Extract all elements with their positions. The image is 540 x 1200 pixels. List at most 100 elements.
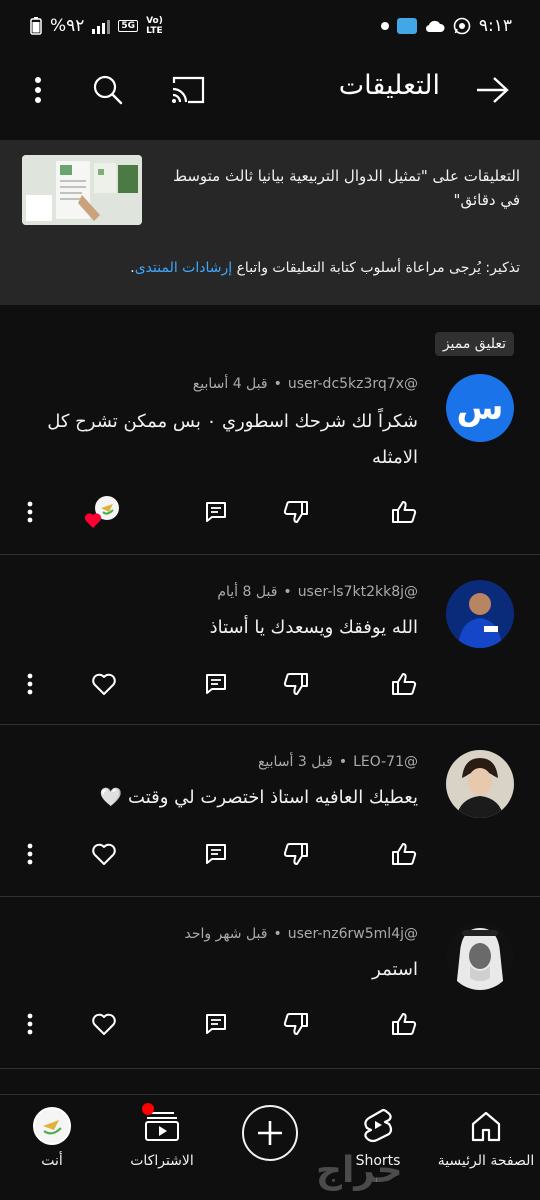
- status-bar: %٩٢ 5G Vo) LTE ٩:١٣: [0, 0, 540, 58]
- comment-meta: @user-dc5kz3rq7x • قبل 4 أسابيع: [193, 376, 418, 392]
- comment-author[interactable]: @LEO-71: [353, 754, 418, 770]
- back-arrow-icon: [477, 77, 509, 103]
- heart-icon: [92, 673, 116, 695]
- meta-separator: •: [283, 584, 292, 600]
- heart-button[interactable]: [84, 1004, 124, 1044]
- reply-button[interactable]: [196, 664, 236, 704]
- network-5g: 5G: [118, 20, 139, 32]
- community-reminder: تذكير: يُرجى مراعاة أسلوب كتابة التعليقا…: [20, 260, 520, 276]
- comment-text: يعطيك العافيه استاذ اختصرت لي وقتت 🤍: [99, 787, 418, 808]
- dislike-button[interactable]: [276, 1004, 316, 1044]
- dislike-button[interactable]: [276, 492, 316, 532]
- comment-options-button[interactable]: [10, 1004, 50, 1044]
- comment-time: قبل شهر واحد: [184, 926, 268, 942]
- comment-text: الله يوفقك ويسعدك يا أستاذ: [209, 617, 418, 638]
- volte-label: Vo) LTE: [146, 16, 163, 36]
- reminder-text: تذكير: يُرجى مراعاة أسلوب كتابة التعليقا…: [232, 260, 520, 276]
- cast-icon: [172, 76, 205, 104]
- nav-subscriptions[interactable]: الاشتراكات: [112, 1103, 212, 1169]
- comment-text: استمر: [372, 959, 418, 980]
- site-watermark: حراج: [316, 1150, 403, 1191]
- reply-icon: [206, 502, 226, 522]
- heart-icon: [92, 1013, 116, 1035]
- comment-meta: @LEO-71 • قبل 3 أسابيع: [258, 754, 418, 770]
- search-button[interactable]: [86, 68, 130, 112]
- avatar[interactable]: [446, 580, 514, 648]
- back-button[interactable]: [470, 68, 514, 112]
- new-content-dot: [142, 1103, 154, 1115]
- reply-button[interactable]: [196, 1004, 236, 1044]
- comment-options-button[interactable]: [10, 492, 50, 532]
- page-title: التعليقات: [338, 70, 440, 101]
- comment-options-button[interactable]: [10, 664, 50, 704]
- dislike-button[interactable]: [276, 664, 316, 704]
- like-button[interactable]: [384, 834, 424, 874]
- cloud-icon: [425, 20, 445, 33]
- comment-time: قبل 4 أسابيع: [192, 376, 268, 392]
- meta-separator: •: [273, 926, 282, 942]
- more-vert-icon: [27, 1013, 33, 1035]
- avatar[interactable]: [446, 922, 514, 990]
- comment-actions: [0, 1004, 540, 1044]
- like-button[interactable]: [384, 664, 424, 704]
- heart-button[interactable]: [84, 834, 124, 874]
- more-vert-icon: [35, 77, 41, 103]
- video-info-panel: التعليقات على "تمثيل الدوال التربيعية بي…: [0, 140, 540, 305]
- dislike-icon: [283, 1013, 308, 1035]
- comment-text: شكراً لك شرحك اسطوري ٠ بس ممكن تشرح كل ا…: [47, 411, 418, 468]
- nav-you-label: أنت: [41, 1153, 63, 1169]
- nav-you[interactable]: أنت: [2, 1103, 102, 1169]
- avatar[interactable]: س: [446, 374, 514, 442]
- reply-button[interactable]: [196, 834, 236, 874]
- comment-item: س @user-dc5kz3rq7x • قبل 4 أسابيع شكراً …: [0, 368, 540, 554]
- dislike-icon: [283, 501, 308, 523]
- battery-level: %٩٢: [50, 16, 85, 36]
- like-icon: [392, 673, 417, 695]
- signal-icon: [92, 18, 111, 34]
- reply-icon: [206, 844, 226, 864]
- profile-avatar-icon: [33, 1107, 71, 1145]
- create-button[interactable]: [242, 1105, 298, 1161]
- avatar-image: [446, 922, 514, 990]
- shorts-icon: [364, 1108, 393, 1143]
- reply-icon: [206, 674, 226, 694]
- video-thumbnail[interactable]: [22, 155, 142, 225]
- comment-time: قبل 3 أسابيع: [257, 754, 333, 770]
- comment-options-button[interactable]: [10, 834, 50, 874]
- heart-button[interactable]: [84, 664, 124, 704]
- avatar-letter: س: [456, 388, 504, 428]
- dislike-icon: [283, 843, 308, 865]
- comment-author[interactable]: @user-dc5kz3rq7x: [288, 376, 418, 392]
- bottom-navigation: أنت الاشتراكات Shorts الصفحة الرئيسية: [0, 1094, 540, 1200]
- more-options-button[interactable]: [16, 68, 60, 112]
- comment-time: قبل 8 أيام: [217, 584, 278, 600]
- featured-comment-badge: تعليق مميز: [434, 332, 514, 356]
- more-vert-icon: [27, 501, 33, 523]
- reply-icon: [206, 1014, 226, 1034]
- dislike-icon: [283, 673, 308, 695]
- comment-actions: [0, 834, 540, 874]
- more-vert-icon: [27, 673, 33, 695]
- like-button[interactable]: [384, 1004, 424, 1044]
- thumbnail-image: [22, 155, 142, 225]
- cast-button[interactable]: [166, 68, 210, 112]
- dislike-button[interactable]: [276, 834, 316, 874]
- avatar[interactable]: [446, 750, 514, 818]
- comment-author[interactable]: @user-ls7kt2kk8j: [298, 584, 418, 600]
- whatsapp-icon: [453, 17, 471, 35]
- like-button[interactable]: [384, 492, 424, 532]
- divider: [0, 1068, 540, 1069]
- nav-home[interactable]: الصفحة الرئيسية: [436, 1103, 536, 1169]
- like-icon: [392, 843, 417, 865]
- status-right: ٩:١٣: [380, 16, 512, 36]
- comment-item: @user-ls7kt2kk8j • قبل 8 أيام الله يوفقك…: [0, 578, 540, 724]
- battery-icon: [30, 17, 42, 35]
- heart-icon: [92, 843, 116, 865]
- like-icon: [392, 501, 417, 523]
- reply-button[interactable]: [196, 492, 236, 532]
- comment-actions: [0, 664, 540, 704]
- divider: [0, 724, 540, 725]
- meta-separator: •: [338, 754, 348, 770]
- community-guidelines-link[interactable]: إرشادات المنتدى: [135, 260, 232, 276]
- comment-author[interactable]: @user-nz6rw5ml4j: [288, 926, 418, 942]
